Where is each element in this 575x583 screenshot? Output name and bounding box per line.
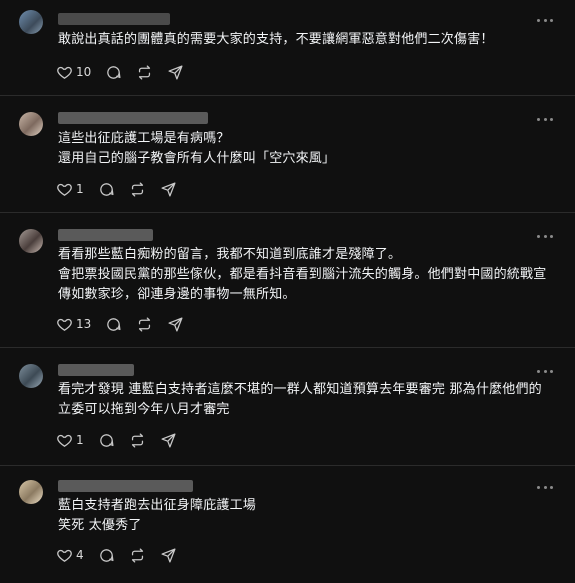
share-icon [161,547,176,563]
username-blurred[interactable] [58,229,153,241]
repost-button[interactable] [129,546,146,564]
repost-icon [131,432,143,448]
comment-button[interactable] [98,546,115,564]
more-options-icon[interactable] [537,12,553,28]
username-blurred[interactable] [58,364,134,376]
comment-icon [107,65,121,79]
post-text: 這些出征庇護工場是有病嗎？ 還用自己的腦子教會所有人什麼叫「空穴來風」 [58,131,336,166]
share-button[interactable] [160,431,177,449]
comment-icon [99,548,114,562]
heart-icon [57,183,72,196]
repost-button[interactable] [136,63,153,81]
avatar[interactable] [19,10,43,34]
like-count: 4 [76,548,84,562]
repost-button[interactable] [136,315,153,333]
like-button[interactable]: 10 [56,63,91,81]
more-options-icon[interactable] [537,228,553,244]
like-count: 10 [76,65,92,79]
repost-icon [139,316,151,332]
heart-icon [57,318,72,331]
post-text: 敢說出真話的團體真的需要大家的支持，不要讓網軍惡意對他們二次傷害！ [58,32,494,47]
repost-button[interactable] [129,431,146,449]
comment-icon [99,182,114,196]
comment-icon [107,317,121,331]
avatar[interactable] [19,112,43,136]
post-4: 看完才發現 連藍白支持者這麼不堪的一群人都知道預算去年要審完 那為什麼他們的立委… [0,348,575,466]
repost-icon [131,547,143,563]
repost-icon [131,181,143,197]
more-options-icon[interactable] [537,363,553,379]
repost-button[interactable] [129,180,146,198]
share-button[interactable] [167,63,184,81]
heart-icon [57,549,72,562]
like-count: 13 [76,317,92,331]
avatar[interactable] [19,480,43,504]
post-5: 藍白支持者跑去出征身障庇護工場 笑死 太優秀了 4 [0,466,575,583]
share-icon [168,64,183,80]
like-count: 1 [76,433,84,447]
share-icon [161,432,176,448]
post-text: 看完才發現 連藍白支持者這麼不堪的一群人都知道預算去年要審完 那為什麼他們的立委… [58,382,542,417]
comment-icon [99,433,114,447]
comment-button[interactable] [98,180,115,198]
post-text: 藍白支持者跑去出征身障庇護工場 笑死 太優秀了 [58,498,257,533]
share-button[interactable] [160,546,177,564]
post-actions: 10 [56,63,198,81]
post-actions: 4 [56,546,191,564]
comment-button[interactable] [105,63,122,81]
repost-icon [139,64,151,80]
post-2: 這些出征庇護工場是有病嗎？ 還用自己的腦子教會所有人什麼叫「空穴來風」 1 [0,96,575,213]
avatar[interactable] [19,364,43,388]
post-actions: 1 [56,431,191,449]
post-actions: 13 [56,315,198,333]
like-count: 1 [76,182,84,196]
username-blurred[interactable] [58,480,193,492]
comment-button[interactable] [98,431,115,449]
comment-button[interactable] [105,315,122,333]
share-icon [168,316,183,332]
username-blurred[interactable] [58,13,170,25]
username-blurred[interactable] [58,112,208,124]
post-actions: 1 [56,180,191,198]
post-1: 敢說出真話的團體真的需要大家的支持，不要讓網軍惡意對他們二次傷害！ 10 [0,0,575,96]
avatar[interactable] [19,229,43,253]
like-button[interactable]: 1 [56,431,84,449]
post-3: 看看那些藍白痴粉的留言，我都不知道到底誰才是殘障了。 會把票投國民黨的那些傢伙，… [0,213,575,348]
more-options-icon[interactable] [537,111,553,127]
more-options-icon[interactable] [537,479,553,495]
heart-icon [57,66,72,79]
share-button[interactable] [167,315,184,333]
post-text: 看看那些藍白痴粉的留言，我都不知道到底誰才是殘障了。 會把票投國民黨的那些傢伙，… [58,247,547,302]
like-button[interactable]: 1 [56,180,84,198]
share-button[interactable] [160,180,177,198]
like-button[interactable]: 4 [56,546,84,564]
like-button[interactable]: 13 [56,315,91,333]
heart-icon [57,434,72,447]
share-icon [161,181,176,197]
